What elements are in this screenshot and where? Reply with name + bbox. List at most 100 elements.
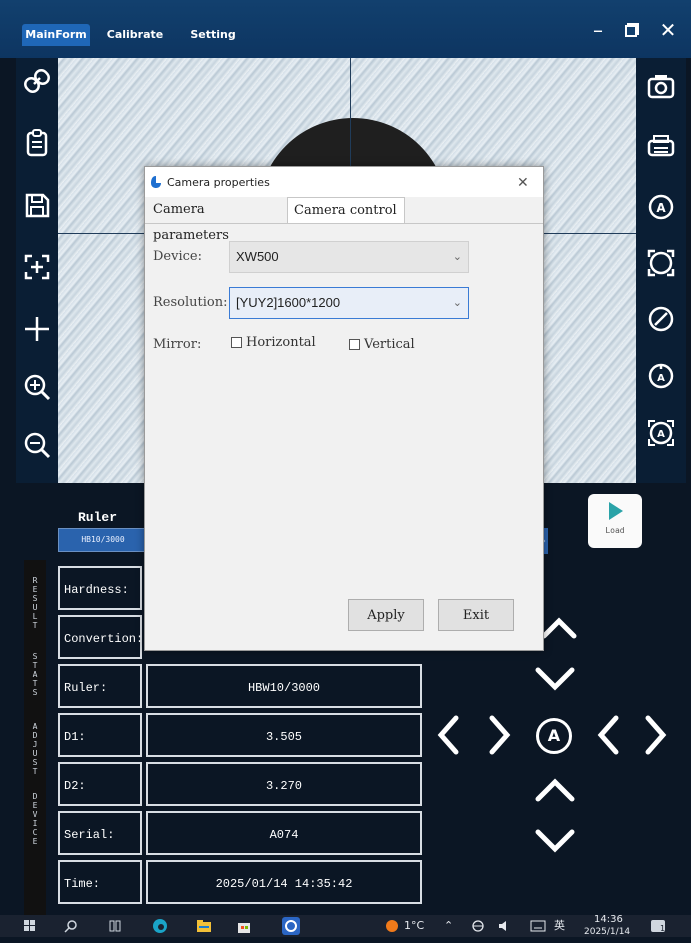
dialog-close-icon[interactable]: ✕ <box>517 175 529 191</box>
result-value-d1: 3.505 <box>146 713 422 757</box>
maximize-icon[interactable] <box>620 20 644 40</box>
taskbar: 1°C ⌃ 英 14:36 2025/1/14 1 <box>0 914 691 937</box>
result-label-serial: Serial: <box>58 811 142 855</box>
network-icon[interactable] <box>472 920 484 932</box>
svg-text:A: A <box>657 373 665 384</box>
dialog-title-bar: Camera properties ✕ <box>145 167 543 197</box>
clipboard-icon[interactable] <box>16 120 58 166</box>
dialog-title: Camera properties <box>167 176 270 189</box>
camera-properties-dialog: Camera properties ✕ Camera parameters Ca… <box>144 166 544 651</box>
tab-result[interactable]: RESULT <box>24 576 46 630</box>
arrow-right-icon[interactable] <box>484 712 516 758</box>
file-explorer-icon[interactable] <box>196 918 212 934</box>
save-icon[interactable] <box>16 182 58 228</box>
arrow-up-2-icon[interactable] <box>530 774 580 806</box>
volume-icon[interactable] <box>498 920 512 932</box>
title-bar: MainForm Calibrate Setting – ✕ <box>0 0 691 58</box>
right-toolbar: A A A <box>636 58 686 483</box>
tab-mainform[interactable]: MainForm <box>22 24 90 46</box>
mirror-horizontal-checkbox[interactable]: Horizontal <box>231 335 316 350</box>
load-button-label: Load <box>605 526 625 535</box>
add-icon[interactable] <box>16 306 58 352</box>
mirror-label: Mirror: <box>153 337 202 352</box>
device-select-value: XW500 <box>236 249 279 264</box>
ruler-select[interactable]: HB10/3000 <box>58 528 148 552</box>
load-button[interactable] <box>588 494 642 548</box>
svg-text:A: A <box>656 201 666 215</box>
side-tabs: RESULT STATS ADJUST DEVICE <box>24 560 46 915</box>
result-value-d2: 3.270 <box>146 762 422 806</box>
windows-start-icon[interactable] <box>24 920 36 932</box>
checkbox-icon <box>231 337 242 348</box>
arrow-up-icon[interactable] <box>538 612 580 644</box>
result-label-ruler: Ruler: <box>58 664 142 708</box>
printer-icon[interactable] <box>636 124 686 170</box>
camera-icon[interactable] <box>636 64 686 110</box>
tab-camera-control[interactable]: Camera control <box>287 197 405 223</box>
apply-button[interactable]: Apply <box>348 599 424 631</box>
tab-adjust[interactable]: ADJUST <box>24 722 46 776</box>
result-label-d2: D2: <box>58 762 142 806</box>
camera-app-icon <box>151 176 161 188</box>
resolution-select[interactable]: [YUY2]1600*1200 ⌄ <box>229 287 469 319</box>
chevron-down-icon: ⌄ <box>452 297 462 309</box>
center-auto-button[interactable]: A <box>536 718 572 754</box>
device-label: Device: <box>153 249 202 264</box>
auto-frame-icon[interactable]: A <box>636 410 686 456</box>
arrow-down-icon[interactable] <box>530 662 580 694</box>
result-label-d1: D1: <box>58 713 142 757</box>
result-label-hardness: Hardness: <box>58 566 142 610</box>
keyboard-icon[interactable] <box>530 920 546 932</box>
tab-setting[interactable]: Setting <box>184 24 242 46</box>
svg-text:1: 1 <box>660 924 665 933</box>
resolution-label: Resolution: <box>153 295 228 310</box>
arrow-left-2-icon[interactable] <box>592 712 624 758</box>
arrow-down-2-icon[interactable] <box>530 824 580 856</box>
mirror-horizontal-label: Horizontal <box>246 335 316 350</box>
left-toolbar <box>16 58 58 483</box>
ruler-label: Ruler <box>78 510 118 525</box>
clock-date[interactable]: 2025/1/14 <box>584 921 630 943</box>
svg-text:A: A <box>657 429 665 440</box>
result-value-serial: A074 <box>146 811 422 855</box>
chevron-down-icon: ⌄ <box>452 251 462 263</box>
tab-camera-parameters[interactable]: Camera parameters <box>147 197 285 243</box>
zoom-out-icon[interactable] <box>16 422 58 468</box>
tab-device[interactable]: DEVICE <box>24 792 46 846</box>
frame-measure-icon[interactable] <box>636 240 686 286</box>
input-method-indicator[interactable]: 英 <box>554 915 565 937</box>
tab-stats[interactable]: STATS <box>24 652 46 697</box>
close-icon[interactable]: ✕ <box>656 20 680 40</box>
chevron-up-icon[interactable]: ⌃ <box>444 915 453 937</box>
store-icon[interactable] <box>236 918 252 934</box>
focus-plus-icon[interactable] <box>16 244 58 290</box>
arrow-left-icon[interactable] <box>432 712 464 758</box>
zoom-in-icon[interactable] <box>16 364 58 410</box>
weather-sun-icon <box>386 920 398 932</box>
weather-temperature: 1°C <box>404 919 425 932</box>
center-auto-label: A <box>547 726 561 745</box>
auto-diagonal-icon[interactable]: A <box>636 352 686 398</box>
result-value-ruler: HBW10/3000 <box>146 664 422 708</box>
tab-strip-divider <box>145 223 543 224</box>
tab-calibrate[interactable]: Calibrate <box>104 24 166 46</box>
resolution-select-value: [YUY2]1600*1200 <box>236 295 341 310</box>
search-icon[interactable] <box>64 919 78 933</box>
result-label-time: Time: <box>58 860 142 904</box>
edge-browser-icon[interactable] <box>152 918 168 934</box>
task-view-icon[interactable] <box>108 919 122 933</box>
result-value-time: 2025/01/14 14:35:42 <box>146 860 422 904</box>
notification-icon[interactable]: 1 <box>650 919 666 933</box>
link-icon[interactable] <box>16 58 58 104</box>
checkbox-icon <box>349 339 360 350</box>
mirror-vertical-label: Vertical <box>364 337 415 352</box>
auto-measure-icon[interactable]: A <box>636 184 686 230</box>
minimize-icon[interactable]: – <box>586 20 610 40</box>
exit-button[interactable]: Exit <box>438 599 514 631</box>
diagonal-measure-icon[interactable] <box>636 296 686 342</box>
arrow-right-2-icon[interactable] <box>640 712 672 758</box>
mirror-vertical-checkbox[interactable]: Vertical <box>349 337 415 352</box>
result-label-convertion: Convertion: <box>58 615 143 659</box>
device-select[interactable]: XW500 ⌄ <box>229 241 469 273</box>
app-running-icon[interactable] <box>282 917 300 935</box>
